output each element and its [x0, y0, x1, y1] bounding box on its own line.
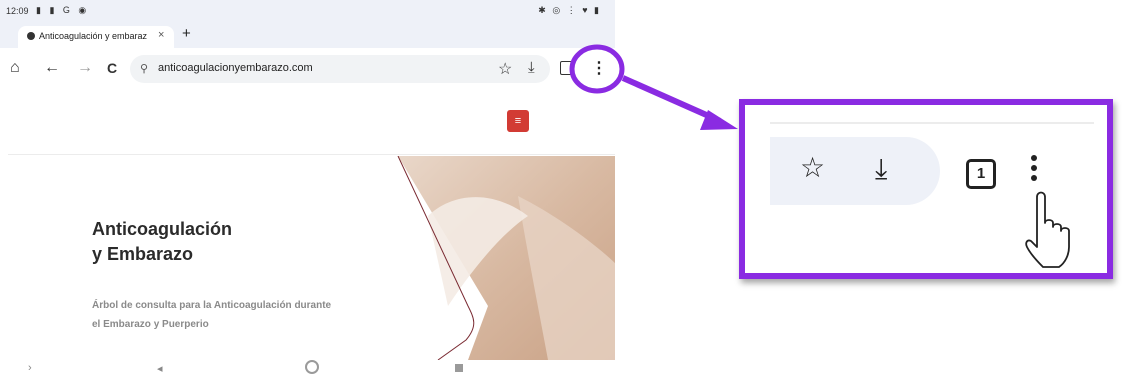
close-tab-icon[interactable]: × [158, 29, 164, 41]
status-bar: 12:09 ▮ ▮ G ◉ ✱ ◎ ⋮ ♥ ▮ [0, 0, 615, 22]
nav-recents-icon[interactable] [455, 364, 463, 372]
nav-home-icon[interactable] [305, 360, 319, 374]
zoom-bookmark-star-icon: ☆ [800, 152, 826, 183]
forward-arrow-icon[interactable]: → [77, 59, 93, 77]
tab-strip: Anticoagulación y embaraz × + [0, 22, 615, 48]
hero-title-line-2: y Embarazo [92, 244, 194, 264]
browser-tab[interactable]: Anticoagulación y embaraz × [18, 26, 174, 48]
bookmark-star-icon[interactable]: ☆ [498, 59, 512, 79]
tab-switcher-icon[interactable] [560, 61, 572, 75]
browser-toolbar: ⌂ ← → C ⚲ anticoagulacionyembarazo.com ☆… [0, 48, 615, 90]
nav-back-icon[interactable]: ◂ [157, 362, 163, 375]
back-arrow-icon[interactable]: ← [44, 59, 60, 77]
home-icon[interactable]: ⌂ [10, 59, 20, 77]
web-page: ≡ Anticoagulación y Embarazo Árbol de co… [0, 90, 615, 360]
hero-title: Anticoagulación y Embarazo [92, 217, 232, 267]
hero-subtitle-line-1: Árbol de consulta para la Anticoagulació… [92, 300, 332, 311]
callout-arrow-line [621, 75, 722, 124]
site-menu-button[interactable]: ≡ [507, 110, 529, 132]
site-info-icon[interactable]: ⚲ [140, 62, 148, 75]
address-bar[interactable]: ⚲ anticoagulacionyembarazo.com ☆ ⤓ [130, 55, 550, 83]
pointing-hand-icon [1025, 191, 1070, 268]
callout-arrow-head [700, 110, 738, 130]
status-time: 12:09 [6, 6, 29, 16]
hero-banner: Anticoagulación y Embarazo Árbol de cons… [8, 156, 615, 360]
favicon-icon [27, 32, 35, 40]
zoom-omnibox-end: ☆ ⤓ [770, 137, 940, 205]
hero-subtitle-line-2: el Embarazo y Puerperio [92, 319, 209, 330]
reload-icon[interactable]: C [107, 59, 117, 77]
hero-title-line-1: Anticoagulación [92, 219, 233, 239]
zoom-more-options-icon [1029, 155, 1039, 191]
menu-dot [1031, 165, 1037, 171]
menu-dot [1031, 155, 1037, 161]
hero-photo [397, 156, 615, 360]
system-status-icons: ✱ ◎ ⋮ ♥ ▮ [538, 5, 601, 15]
url-text[interactable]: anticoagulacionyembarazo.com [158, 62, 313, 74]
more-options-icon[interactable]: ⋮ [591, 58, 607, 78]
new-tab-button[interactable]: + [182, 25, 191, 42]
browser-screenshot: 12:09 ▮ ▮ G ◉ ✱ ◎ ⋮ ♥ ▮ Anticoagulación … [0, 0, 615, 378]
menu-dot [1031, 175, 1037, 181]
zoom-tab-switcher-icon: 1 [966, 159, 996, 189]
system-nav-bar: › ◂ [0, 360, 615, 378]
hero-subtitle: Árbol de consulta para la Anticoagulació… [92, 296, 331, 334]
zoom-callout-box: ☆ ⤓ 1 [739, 99, 1113, 279]
tab-title: Anticoagulación y embaraz [39, 31, 148, 41]
page-divider [8, 154, 615, 155]
nav-chevron-icon[interactable]: › [28, 362, 32, 374]
notification-icons: ▮ ▮ G ◉ [36, 5, 90, 15]
zoom-download-icon: ⤓ [875, 153, 888, 184]
zoom-divider [770, 122, 1094, 124]
download-icon[interactable]: ⤓ [528, 59, 535, 76]
